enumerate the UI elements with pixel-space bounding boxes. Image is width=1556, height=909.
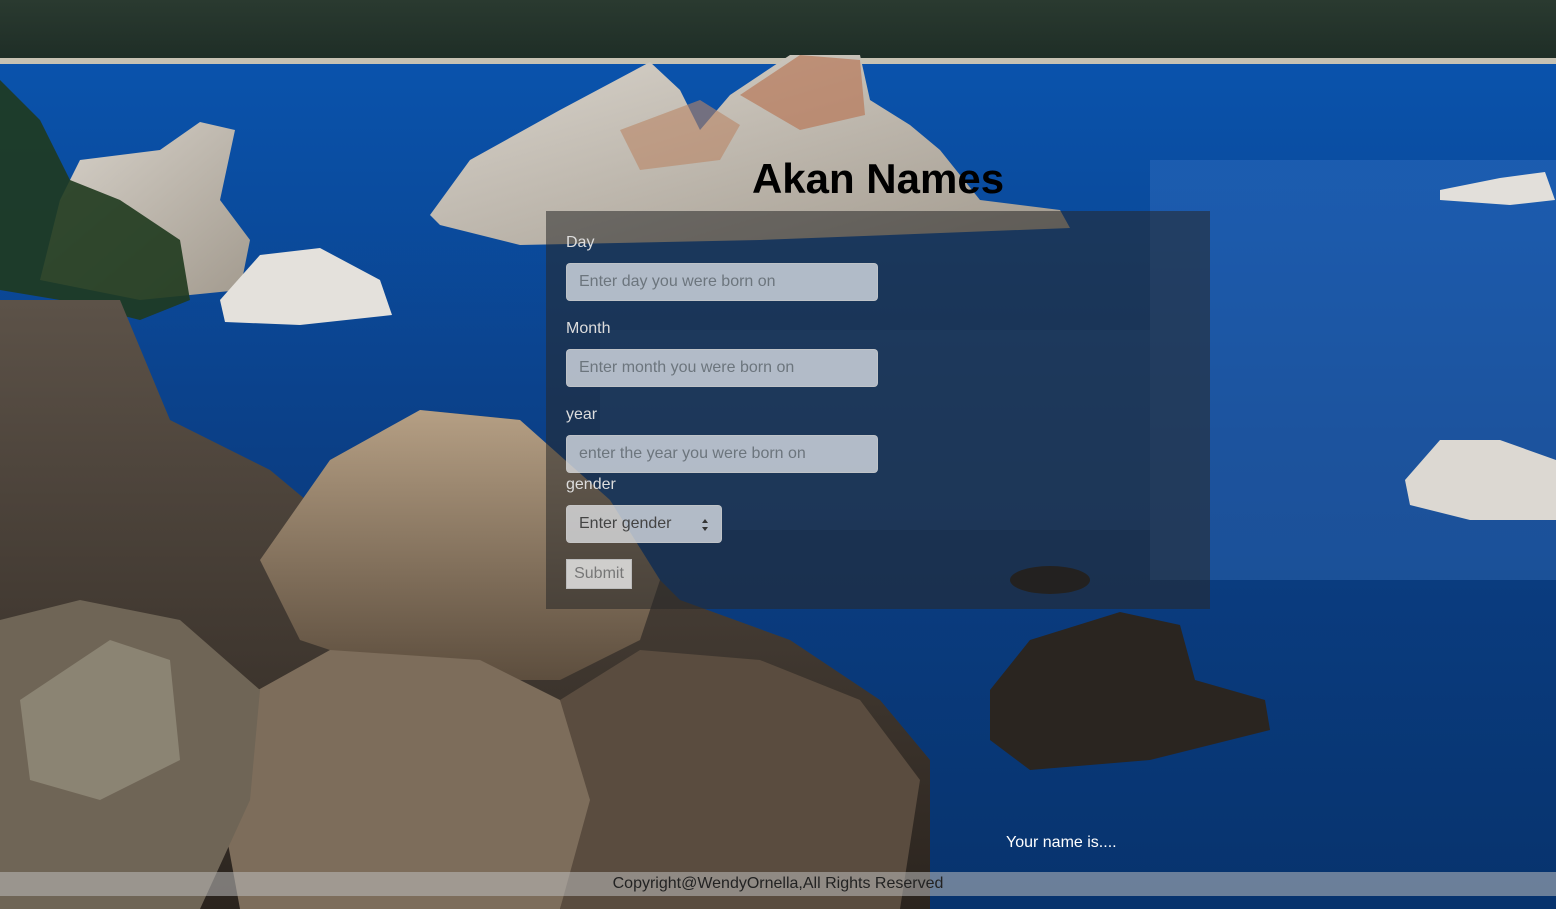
month-input[interactable] (566, 349, 878, 387)
result-text: Your name is.... (1006, 834, 1117, 851)
month-label: Month (566, 320, 611, 337)
year-input[interactable] (566, 435, 878, 473)
select-arrows-icon (702, 519, 708, 531)
gender-select[interactable]: Enter gender (566, 505, 722, 543)
page-title: Akan Names (751, 155, 1005, 202)
year-label: year (566, 406, 598, 423)
day-label: Day (566, 234, 595, 251)
gender-label: gender (566, 476, 616, 493)
gender-select-value: Enter gender (579, 515, 672, 532)
day-input[interactable] (566, 263, 878, 301)
birth-form-panel: Day Month year gender Enter gender Submi… (546, 211, 1210, 609)
submit-button[interactable]: Submit (566, 559, 632, 589)
footer-copyright: Copyright@WendyOrnella,All Rights Reserv… (0, 872, 1556, 896)
